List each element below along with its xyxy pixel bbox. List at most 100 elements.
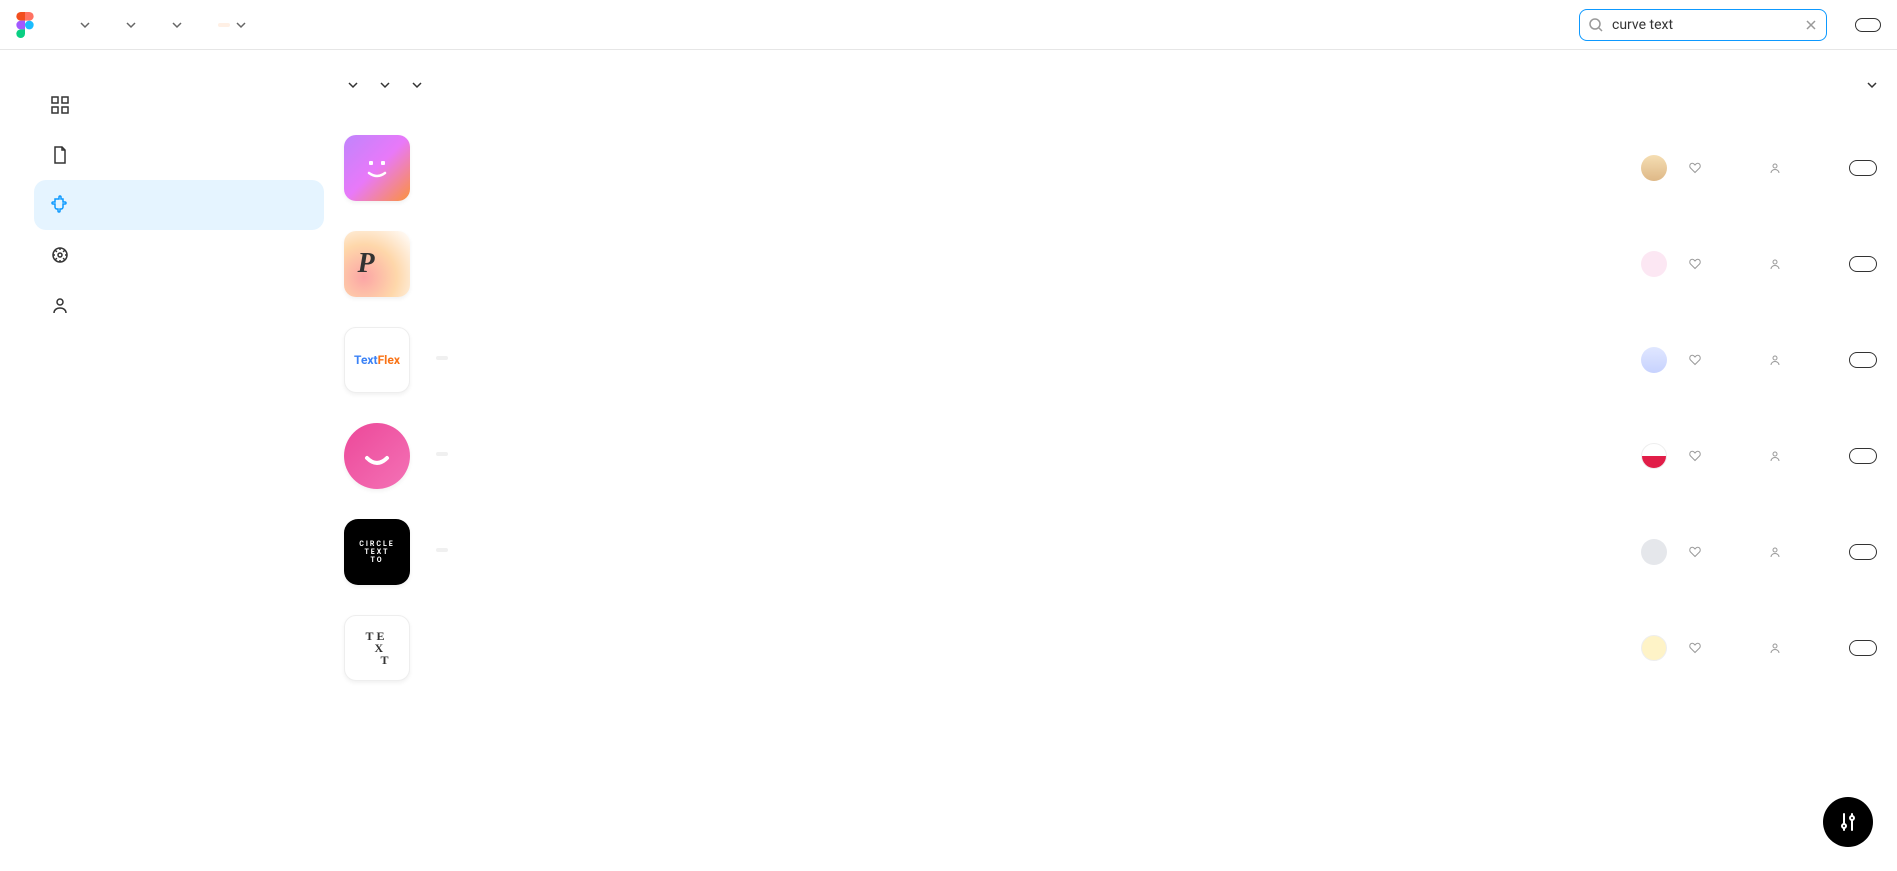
- sort-dropdown[interactable]: [1863, 80, 1877, 90]
- result-meta: [1641, 539, 1877, 565]
- result-row[interactable]: [344, 120, 1877, 216]
- result-meta: [1641, 251, 1877, 277]
- result-row[interactable]: CIRCLETEXTTO: [344, 504, 1877, 600]
- users-stat: [1769, 642, 1827, 654]
- plugin-icon-convert-circle: CIRCLETEXTTO: [344, 519, 410, 585]
- likes-stat: [1689, 162, 1747, 174]
- iap-badge: [436, 548, 448, 552]
- plugin-icon-textflex: TextFlex: [344, 327, 410, 393]
- result-info: [426, 262, 1625, 266]
- person-icon: [1769, 258, 1781, 270]
- chevron-down-icon: [172, 20, 182, 30]
- creator-avatar[interactable]: [1641, 539, 1667, 565]
- nav-presentations[interactable]: [212, 20, 246, 30]
- person-icon: [1769, 450, 1781, 462]
- chevron-down-icon: [348, 80, 358, 90]
- new-badge: [218, 23, 230, 27]
- sidebar-item-all[interactable]: [34, 80, 324, 130]
- try-it-out-button[interactable]: [1849, 352, 1877, 368]
- result-meta: [1641, 443, 1877, 469]
- heart-icon: [1689, 546, 1701, 558]
- result-info: [426, 646, 1625, 650]
- try-it-out-button[interactable]: [1849, 160, 1877, 176]
- result-meta: [1641, 347, 1877, 373]
- person-icon: [50, 295, 70, 315]
- plugin-icon-arc: [344, 423, 410, 489]
- result-row[interactable]: [344, 408, 1877, 504]
- file-icon: [50, 145, 70, 165]
- result-info: [426, 356, 1625, 364]
- result-info: [426, 452, 1625, 460]
- result-row[interactable]: T E X T: [344, 600, 1877, 696]
- settings-fab[interactable]: [1823, 797, 1873, 847]
- result-meta: [1641, 155, 1877, 181]
- plugin-icon: [50, 195, 70, 215]
- iap-badge: [436, 356, 448, 360]
- try-it-out-button[interactable]: [1849, 544, 1877, 560]
- creator-avatar[interactable]: [1641, 347, 1667, 373]
- creator-avatar[interactable]: [1641, 635, 1667, 661]
- nav-whiteboarding[interactable]: [166, 20, 182, 30]
- heart-icon: [1689, 642, 1701, 654]
- sidebar-item-widgets[interactable]: [34, 230, 324, 280]
- chevron-down-icon: [236, 20, 246, 30]
- plugin-icon-text-arc: T E X T: [344, 615, 410, 681]
- person-icon: [1769, 354, 1781, 366]
- main-content: P⃗: [0, 50, 1897, 726]
- sidebar-item-plugins[interactable]: [34, 180, 324, 230]
- try-it-out-button[interactable]: [1849, 256, 1877, 272]
- users-stat: [1769, 546, 1827, 558]
- top-header: [0, 0, 1897, 50]
- users-stat: [1769, 162, 1827, 174]
- likes-stat: [1689, 450, 1747, 462]
- chevron-down-icon: [412, 80, 422, 90]
- search-box[interactable]: [1579, 9, 1827, 41]
- figma-logo-icon[interactable]: [16, 12, 34, 38]
- results-panel: P⃗: [344, 80, 1877, 696]
- filter-creators[interactable]: [408, 80, 422, 90]
- sidebar: [34, 80, 324, 696]
- header-right: [1579, 9, 1881, 41]
- search-icon: [1588, 17, 1604, 33]
- nav-menu: [74, 20, 246, 30]
- plugin-icon-curve-text: [344, 135, 410, 201]
- chevron-down-icon: [126, 20, 136, 30]
- try-it-out-button[interactable]: [1849, 640, 1877, 656]
- try-it-out-button[interactable]: [1849, 448, 1877, 464]
- nav-plugins[interactable]: [120, 20, 136, 30]
- heart-icon: [1689, 354, 1701, 366]
- users-stat: [1769, 450, 1827, 462]
- likes-stat: [1689, 546, 1747, 558]
- person-icon: [1769, 642, 1781, 654]
- result-info: [426, 166, 1625, 170]
- likes-stat: [1689, 258, 1747, 270]
- sliders-icon: [1837, 811, 1859, 833]
- clear-search-icon[interactable]: [1804, 18, 1818, 32]
- users-stat: [1769, 354, 1827, 366]
- creator-avatar[interactable]: [1641, 155, 1667, 181]
- person-icon: [1769, 162, 1781, 174]
- search-input[interactable]: [1612, 17, 1796, 33]
- chevron-down-icon: [80, 20, 90, 30]
- grid-icon: [50, 95, 70, 115]
- creator-avatar[interactable]: [1641, 443, 1667, 469]
- sidebar-item-files[interactable]: [34, 130, 324, 180]
- sidebar-item-creators[interactable]: [34, 280, 324, 330]
- iap-badge: [436, 452, 448, 456]
- heart-icon: [1689, 162, 1701, 174]
- signup-button[interactable]: [1855, 18, 1881, 32]
- filter-bar: [344, 80, 1877, 90]
- chevron-down-icon: [1867, 80, 1877, 90]
- filter-products[interactable]: [344, 80, 358, 90]
- result-row[interactable]: TextFlex: [344, 312, 1877, 408]
- likes-stat: [1689, 642, 1747, 654]
- result-info: [426, 548, 1625, 556]
- widget-icon: [50, 245, 70, 265]
- creator-avatar[interactable]: [1641, 251, 1667, 277]
- chevron-down-icon: [380, 80, 390, 90]
- likes-stat: [1689, 354, 1747, 366]
- person-icon: [1769, 546, 1781, 558]
- filter-price[interactable]: [376, 80, 390, 90]
- result-row[interactable]: P⃗: [344, 216, 1877, 312]
- nav-design-resources[interactable]: [74, 20, 90, 30]
